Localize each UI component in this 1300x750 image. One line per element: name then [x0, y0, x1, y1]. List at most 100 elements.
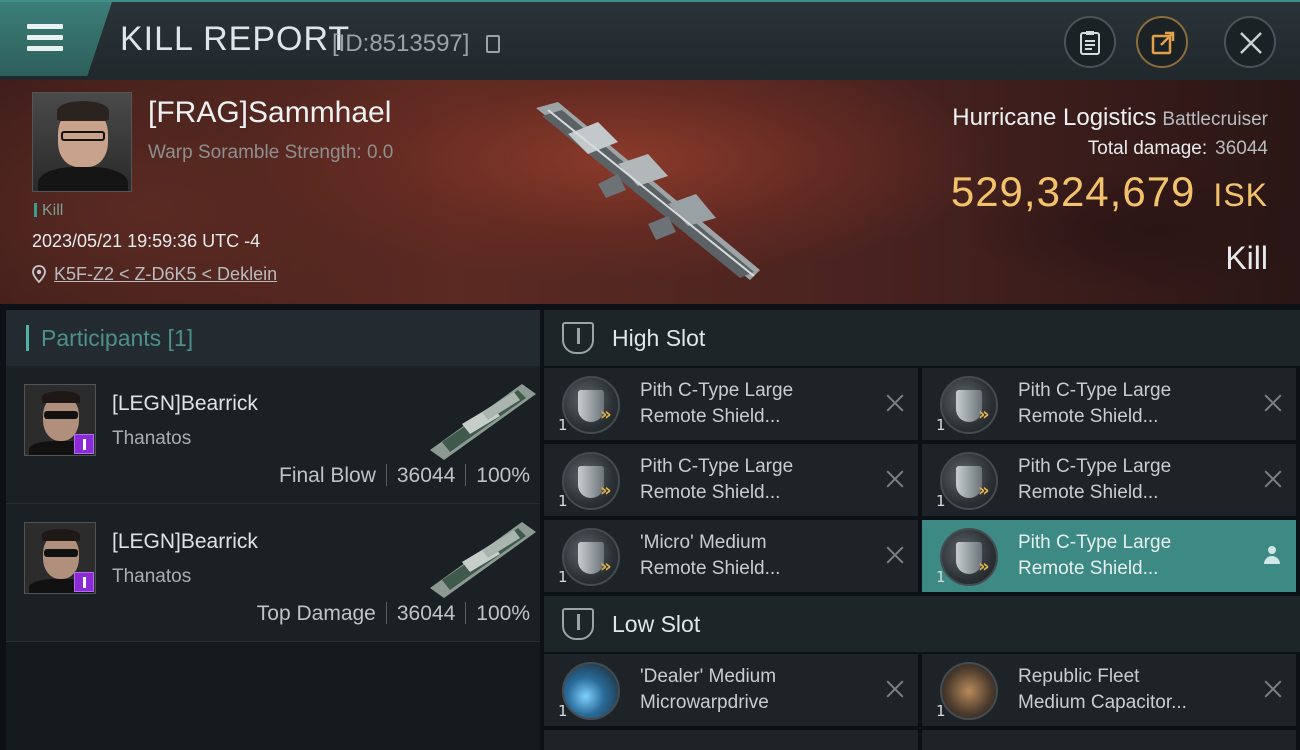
participant-stats: Final Blow 36044 100%: [279, 464, 530, 488]
slot-icon: [562, 322, 594, 354]
participant-row-top-damage[interactable]: [LEGN]Bearrick Thanatos Top Damage 36044 1…: [6, 504, 540, 642]
module-name: 'Micro' Medium Remote Shield...: [640, 532, 781, 579]
microwarpdrive-icon: [562, 662, 620, 720]
participants-panel: Participants [1] [LEGN]Bearrick Thanatos…: [6, 310, 540, 750]
clipboard-report-button[interactable]: [1064, 16, 1116, 68]
info-badge-icon[interactable]: [74, 572, 94, 592]
slot-icon: [562, 608, 594, 640]
module-quantity: 1: [936, 416, 946, 434]
page-title: KILL REPORT: [120, 20, 351, 58]
victim-avatar[interactable]: [32, 92, 132, 192]
module-quantity: 1: [936, 492, 946, 510]
hamburger-menu-icon[interactable]: [27, 24, 63, 54]
isk-amount: 529,324,679: [950, 168, 1196, 215]
module-quantity: 1: [558, 492, 568, 510]
participant-damage: 36044: [396, 602, 456, 625]
module-name: Pith C-Type Large Remote Shield...: [1018, 532, 1172, 579]
module-name: Pith C-Type Large Remote Shield...: [1018, 456, 1172, 503]
participant-ship-image: [430, 522, 536, 598]
participant-role: Final Blow: [279, 464, 376, 487]
participant-percent: 100%: [476, 464, 530, 487]
destroyed-x-icon: [1264, 680, 1282, 698]
capacitor-booster-icon: [940, 662, 998, 720]
destroyed-x-icon: [886, 680, 904, 698]
fittings-panel: High Slot » 1 Pith C-Type Large Remote Sh…: [544, 310, 1300, 750]
low-slot-label: Low Slot: [612, 610, 701, 637]
module-item[interactable]: » 1 'Micro' Medium Remote Shield...: [544, 520, 918, 592]
participant-role: Top Damage: [256, 602, 376, 625]
module-name: Pith C-Type Large Remote Shield...: [640, 456, 794, 503]
shield-booster-icon: »: [562, 528, 620, 586]
high-slot-header: High Slot: [544, 310, 1300, 366]
copy-icon[interactable]: [486, 35, 500, 53]
clipboard-icon: [1080, 31, 1100, 55]
kill-location-link[interactable]: K5F-Z2 < Z-D6K5 < Deklein: [54, 264, 277, 285]
module-name: Pith C-Type Large Remote Shield...: [1018, 380, 1172, 427]
high-slot-grid: » 1 Pith C-Type Large Remote Shield... » …: [544, 366, 1300, 596]
participant-ship: Thanatos: [112, 428, 192, 449]
warp-scramble-strength: Warp Soramble Strength: 0.0: [148, 142, 394, 163]
module-item-partial[interactable]: [922, 730, 1296, 750]
dropped-person-icon: [1264, 546, 1280, 564]
module-item-partial[interactable]: [544, 730, 918, 750]
kill-tag: Kill: [34, 202, 63, 220]
shield-booster-icon: »: [562, 452, 620, 510]
module-quantity: 1: [558, 568, 568, 586]
ship-class: Battlecruiser: [1162, 109, 1268, 130]
module-name: Pith C-Type Large Remote Shield...: [640, 380, 794, 427]
victim-name[interactable]: [FRAG]Sammhael: [148, 96, 391, 130]
isk-value: 529,324,679 ISK: [951, 168, 1268, 216]
module-name: 'Dealer' Medium Microwarpdrive: [640, 666, 777, 713]
menu-tab[interactable]: [0, 2, 112, 76]
destroyed-x-icon: [886, 546, 904, 564]
close-button[interactable]: [1224, 16, 1276, 68]
victim-ship-image: [536, 102, 760, 280]
module-quantity: 1: [558, 702, 568, 720]
participant-ship: Thanatos: [112, 566, 192, 587]
module-item[interactable]: » 1 Pith C-Type Large Remote Shield...: [544, 444, 918, 516]
info-badge-icon[interactable]: [74, 434, 94, 454]
victim-ship-name[interactable]: Hurricane Logistics Battlecruiser: [952, 104, 1268, 132]
module-item[interactable]: 1 Republic Fleet Medium Capacitor...: [922, 654, 1296, 726]
share-icon: [1151, 31, 1175, 55]
total-damage: Total damage: 36044: [1088, 138, 1268, 160]
module-quantity: 1: [558, 416, 568, 434]
isk-unit: ISK: [1213, 177, 1268, 213]
participant-name: [LEGN]Bearrick: [112, 392, 258, 415]
module-item[interactable]: » 1 Pith C-Type Large Remote Shield...: [544, 368, 918, 440]
low-slot-header: Low Slot: [544, 596, 1300, 652]
close-icon: [1240, 32, 1262, 54]
module-item[interactable]: 1 'Dealer' Medium Microwarpdrive: [544, 654, 918, 726]
top-bar: KILL REPORT [ID:8513597]: [0, 0, 1300, 80]
share-button[interactable]: [1136, 16, 1188, 68]
total-damage-label: Total damage:: [1087, 138, 1208, 159]
module-item-selected[interactable]: » 1 Pith C-Type Large Remote Shield...: [922, 520, 1296, 592]
report-id: [ID:8513597]: [332, 30, 470, 57]
module-item[interactable]: » 1 Pith C-Type Large Remote Shield...: [922, 444, 1296, 516]
total-damage-value: 36044: [1215, 138, 1268, 159]
ship-name-text: Hurricane Logistics: [952, 104, 1157, 131]
module-name: Republic Fleet Medium Capacitor...: [1018, 666, 1187, 713]
module-item[interactable]: » 1 Pith C-Type Large Remote Shield...: [922, 368, 1296, 440]
module-quantity: 1: [936, 702, 946, 720]
shield-booster-icon: »: [940, 452, 998, 510]
shield-booster-icon: »: [940, 376, 998, 434]
destroyed-x-icon: [886, 470, 904, 488]
low-slot-grid: 1 'Dealer' Medium Microwarpdrive 1 Republ…: [544, 652, 1300, 750]
module-quantity: 1: [936, 568, 946, 586]
kill-datetime: 2023/05/21 19:59:36 UTC -4: [32, 231, 261, 251]
participant-row-final-blow[interactable]: [LEGN]Bearrick Thanatos Final Blow 36044 1…: [6, 366, 540, 504]
destroyed-x-icon: [886, 394, 904, 412]
participant-ship-image: [430, 384, 536, 460]
destroyed-x-icon: [1264, 394, 1282, 412]
participant-name: [LEGN]Bearrick: [112, 530, 258, 553]
kill-banner: [FRAG]Sammhael Warp Soramble Strength: 0…: [0, 80, 1300, 304]
kill-status: Kill: [1225, 240, 1268, 276]
location-pin-icon: [32, 265, 46, 283]
participant-stats: Top Damage 36044 100%: [257, 602, 530, 626]
participant-damage: 36044: [396, 464, 456, 487]
destroyed-x-icon: [1264, 470, 1282, 488]
participants-header[interactable]: Participants [1]: [6, 310, 540, 366]
shield-booster-icon: »: [562, 376, 620, 434]
shield-booster-icon: »: [940, 528, 998, 586]
